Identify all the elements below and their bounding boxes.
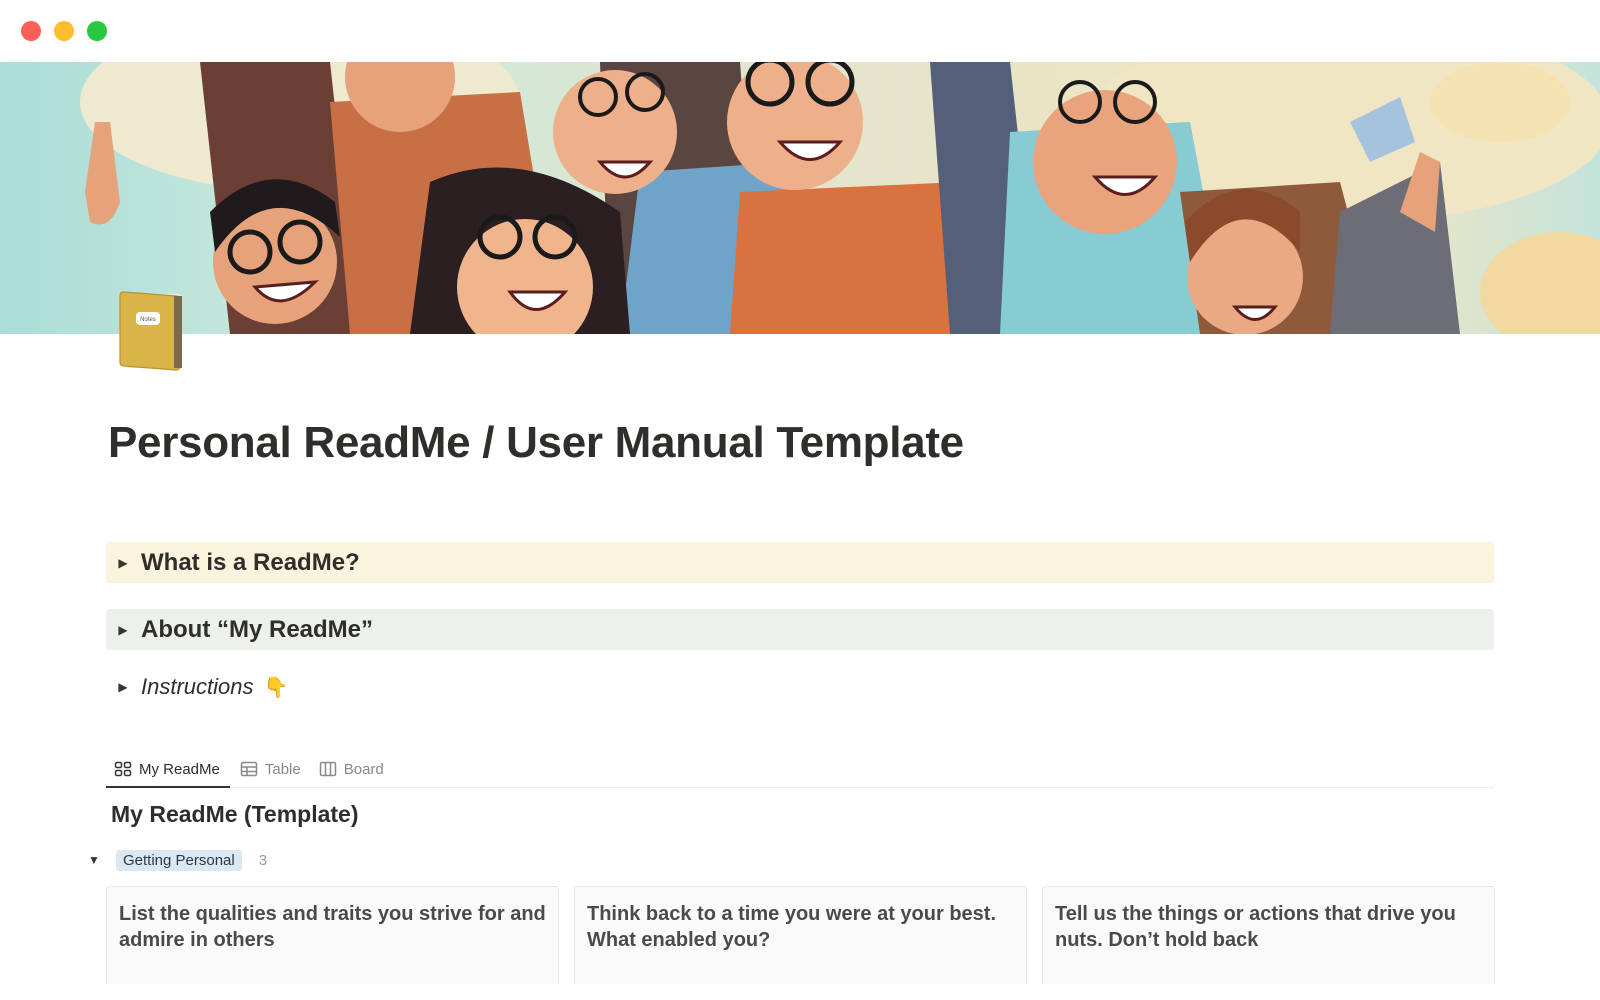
database-view-tabs: My ReadMe Table Board — [106, 752, 1494, 788]
board-icon — [319, 761, 337, 777]
card-title: Tell us the things or actions that drive… — [1055, 903, 1456, 951]
group-count: 3 — [258, 851, 268, 869]
gallery-card[interactable]: Tell us the things or actions that drive… — [1042, 886, 1495, 986]
cover-image — [0, 62, 1600, 334]
group-header-getting-personal: ▼ Getting Personal 3 — [86, 848, 267, 872]
tab-label: Board — [343, 760, 384, 778]
toggle-what-is-readme[interactable]: ▶ What is a ReadMe? — [106, 542, 1494, 583]
cover-illustration — [80, 62, 1600, 334]
gallery-icon — [114, 761, 132, 777]
tab-label: My ReadMe — [139, 760, 220, 778]
page-icon-notebook[interactable]: Notes — [118, 290, 188, 372]
tab-my-readme[interactable]: My ReadMe — [106, 752, 230, 788]
gallery-card[interactable]: Think back to a time you were at your be… — [574, 886, 1027, 986]
notebook-icon-label: Notes — [140, 317, 156, 323]
toggle-label: Instructions — [141, 674, 254, 699]
window-titlebar — [0, 0, 1600, 62]
pointing-down-icon: 👇 — [263, 676, 289, 699]
window-close-button[interactable] — [21, 21, 41, 41]
window-minimize-button[interactable] — [54, 21, 74, 41]
table-icon — [240, 761, 258, 777]
toggle-instructions[interactable]: ▶ Instructions 👇 — [106, 667, 1494, 707]
page-title: Personal ReadMe / User Manual Template — [108, 418, 964, 467]
tab-table[interactable]: Table — [232, 752, 309, 786]
gallery-card[interactable]: List the qualities and traits you strive… — [106, 886, 559, 986]
notebook-icon: Notes — [119, 291, 182, 371]
toggle-label: About “My ReadMe” — [141, 615, 374, 643]
toggle-arrow-icon[interactable]: ▶ — [106, 623, 136, 637]
tab-label: Table — [264, 760, 301, 778]
toggle-about-my-readme[interactable]: ▶ About “My ReadMe” — [106, 609, 1494, 650]
database-title[interactable]: My ReadMe (Template) — [111, 801, 359, 828]
viewport-bottom-edge — [0, 984, 1600, 1000]
card-title: List the qualities and traits you strive… — [119, 903, 546, 951]
toggle-label: What is a ReadMe? — [141, 548, 360, 576]
card-title: Think back to a time you were at your be… — [587, 903, 996, 951]
group-collapse-caret-icon[interactable]: ▼ — [86, 853, 102, 867]
toggle-arrow-icon[interactable]: ▶ — [106, 680, 136, 694]
group-tag: Getting Personal — [116, 849, 242, 871]
tab-board[interactable]: Board — [311, 752, 392, 786]
toggle-arrow-icon[interactable]: ▶ — [106, 556, 136, 570]
window-maximize-button[interactable] — [87, 21, 107, 41]
